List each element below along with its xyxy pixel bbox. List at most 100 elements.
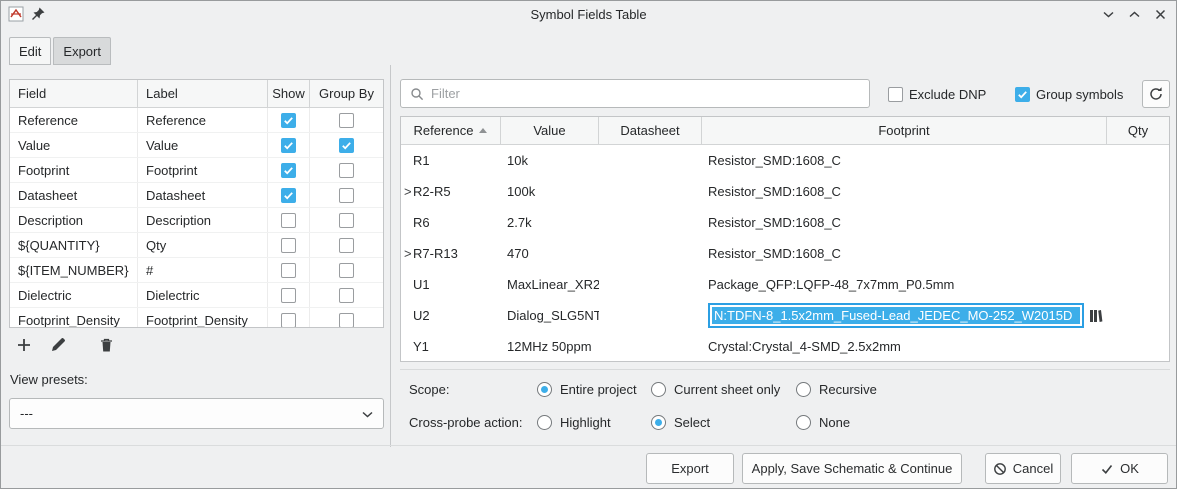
field-name-cell[interactable]: Value xyxy=(10,133,138,157)
column-header-footprint[interactable]: Footprint xyxy=(702,117,1107,144)
field-row[interactable]: DielectricDielectric xyxy=(10,283,383,308)
datasheet-cell[interactable] xyxy=(599,207,702,238)
footprint-cell[interactable]: Resistor_SMD:1608_C xyxy=(702,238,1107,269)
show-checkbox[interactable] xyxy=(281,288,296,303)
datasheet-cell[interactable] xyxy=(599,145,702,176)
refresh-button[interactable] xyxy=(1142,80,1170,108)
add-field-button[interactable] xyxy=(11,332,36,357)
group-by-checkbox[interactable] xyxy=(339,313,354,328)
field-row[interactable]: Footprint_DensityFootprint_Density xyxy=(10,308,383,328)
value-cell[interactable]: Dialog_SLG5NT xyxy=(501,300,599,331)
column-header-reference[interactable]: Reference xyxy=(401,117,501,144)
expander-icon[interactable]: > xyxy=(404,246,413,261)
group-by-checkbox[interactable] xyxy=(339,138,354,153)
export-button[interactable]: Export xyxy=(646,453,734,484)
value-cell[interactable]: 470 xyxy=(501,238,599,269)
group-by-checkbox[interactable] xyxy=(339,288,354,303)
filter-input[interactable] xyxy=(431,86,860,101)
filter-field[interactable] xyxy=(400,79,870,108)
show-checkbox[interactable] xyxy=(281,313,296,328)
field-label-cell[interactable]: Description xyxy=(138,208,268,232)
scope-option-entire-project[interactable]: Entire project xyxy=(537,381,637,398)
field-label-cell[interactable]: Footprint xyxy=(138,158,268,182)
exclude-dnp-checkbox[interactable]: Exclude DNP xyxy=(888,86,986,102)
expander-icon[interactable]: > xyxy=(404,184,413,199)
symbol-row[interactable]: >R7-R13470 Resistor_SMD:1608_C xyxy=(401,238,1169,269)
field-row[interactable]: ${QUANTITY}Qty xyxy=(10,233,383,258)
field-name-cell[interactable]: Datasheet xyxy=(10,183,138,207)
show-checkbox[interactable] xyxy=(281,213,296,228)
cancel-button[interactable]: Cancel xyxy=(985,453,1061,484)
maximize-button[interactable] xyxy=(1129,11,1140,18)
show-checkbox[interactable] xyxy=(281,238,296,253)
column-header-show[interactable]: Show xyxy=(268,80,310,107)
group-by-checkbox[interactable] xyxy=(339,188,354,203)
value-cell[interactable]: MaxLinear_XR2 xyxy=(501,269,599,300)
field-row[interactable]: ReferenceReference xyxy=(10,108,383,133)
view-presets-select[interactable]: --- xyxy=(9,398,384,429)
scope-option-current-sheet-only[interactable]: Current sheet only xyxy=(651,381,780,398)
footprint-cell[interactable]: Resistor_SMD:1608_C xyxy=(702,207,1107,238)
field-name-cell[interactable]: Footprint xyxy=(10,158,138,182)
footprint-edit-field[interactable]: N:TDFN-8_1.5x2mm_Fused-Lead_JEDEC_MO-252… xyxy=(708,303,1084,328)
field-name-cell[interactable]: ${QUANTITY} xyxy=(10,233,138,257)
cross-probe-option-select[interactable]: Select xyxy=(651,414,710,431)
field-label-cell[interactable]: Datasheet xyxy=(138,183,268,207)
reference-cell[interactable]: Y1 xyxy=(401,331,501,362)
datasheet-cell[interactable] xyxy=(599,331,702,362)
pane-splitter[interactable] xyxy=(390,65,391,447)
column-header-datasheet[interactable]: Datasheet xyxy=(599,117,702,144)
field-name-cell[interactable]: ${ITEM_NUMBER} xyxy=(10,258,138,282)
footprint-cell[interactable]: Resistor_SMD:1608_C xyxy=(702,176,1107,207)
field-label-cell[interactable]: # xyxy=(138,258,268,282)
symbol-row[interactable]: >R2-R5100kResistor_SMD:1608_C xyxy=(401,176,1169,207)
symbol-row[interactable]: U1MaxLinear_XR2 Package_QFP:LQFP-48_7x7mm… xyxy=(401,269,1169,300)
field-name-cell[interactable]: Footprint_Density xyxy=(10,308,138,328)
footprint-cell[interactable]: Crystal:Crystal_4-SMD_2.5x2mm xyxy=(702,331,1107,362)
group-symbols-checkbox[interactable]: Group symbols xyxy=(1015,86,1123,102)
value-cell[interactable]: 12MHz 50ppm xyxy=(501,331,599,362)
field-name-cell[interactable]: Reference xyxy=(10,108,138,132)
footprint-cell[interactable]: Resistor_SMD:1608_C xyxy=(702,145,1107,176)
datasheet-cell[interactable] xyxy=(599,269,702,300)
library-browser-icon[interactable] xyxy=(1089,309,1103,323)
group-by-checkbox[interactable] xyxy=(339,213,354,228)
ok-button[interactable]: OK xyxy=(1071,453,1168,484)
symbol-row[interactable]: Y112MHz 50ppm Crystal:Crystal_4-SMD_2.5x2… xyxy=(401,331,1169,362)
scope-option-recursive[interactable]: Recursive xyxy=(796,381,877,398)
reference-cell[interactable]: >R7-R13 xyxy=(401,238,501,269)
show-checkbox[interactable] xyxy=(281,113,296,128)
apply-save-continue-button[interactable]: Apply, Save Schematic & Continue xyxy=(742,453,962,484)
symbol-row[interactable]: R62.7kResistor_SMD:1608_C xyxy=(401,207,1169,238)
column-header-value[interactable]: Value xyxy=(501,117,599,144)
footprint-cell[interactable]: Package_QFP:LQFP-48_7x7mm_P0.5mm xyxy=(702,269,1107,300)
column-header-field[interactable]: Field xyxy=(10,80,138,107)
reference-cell[interactable]: U1 xyxy=(401,269,501,300)
edit-field-button[interactable] xyxy=(45,332,70,357)
field-label-cell[interactable]: Qty xyxy=(138,233,268,257)
shade-button[interactable] xyxy=(1103,11,1114,18)
datasheet-cell[interactable] xyxy=(599,176,702,207)
show-checkbox[interactable] xyxy=(281,138,296,153)
symbol-row[interactable]: U2Dialog_SLG5NTN:TDFN-8_1.5x2mm_Fused-Le… xyxy=(401,300,1169,331)
datasheet-cell[interactable] xyxy=(599,238,702,269)
show-checkbox[interactable] xyxy=(281,263,296,278)
group-by-checkbox[interactable] xyxy=(339,113,354,128)
reference-cell[interactable]: R1 xyxy=(401,145,501,176)
group-by-checkbox[interactable] xyxy=(339,238,354,253)
delete-field-button[interactable] xyxy=(94,332,119,357)
show-checkbox[interactable] xyxy=(281,188,296,203)
field-name-cell[interactable]: Description xyxy=(10,208,138,232)
group-by-checkbox[interactable] xyxy=(339,263,354,278)
group-by-checkbox[interactable] xyxy=(339,163,354,178)
tab-export[interactable]: Export xyxy=(53,37,111,65)
titlebar[interactable]: Symbol Fields Table xyxy=(1,1,1176,29)
cross-probe-option-highlight[interactable]: Highlight xyxy=(537,414,611,431)
field-row[interactable]: DatasheetDatasheet xyxy=(10,183,383,208)
field-row[interactable]: DescriptionDescription xyxy=(10,208,383,233)
show-checkbox[interactable] xyxy=(281,163,296,178)
column-header-qty[interactable]: Qty xyxy=(1107,117,1169,144)
column-header-group-by[interactable]: Group By xyxy=(310,80,383,107)
reference-cell[interactable]: R6 xyxy=(401,207,501,238)
cross-probe-option-none[interactable]: None xyxy=(796,414,850,431)
